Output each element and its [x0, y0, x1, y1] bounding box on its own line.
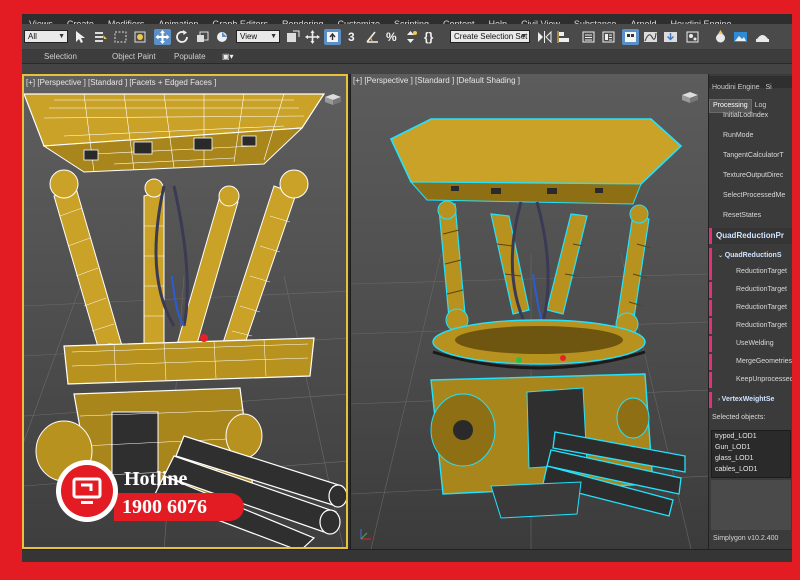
setting-keep-unprocessed[interactable]: KeepUnprocessed — [709, 372, 792, 388]
rotate-icon[interactable] — [174, 29, 191, 45]
viewport-right-label[interactable]: [+] [Perspective ] [Standard ] [Default … — [353, 76, 520, 86]
setting-run-mode[interactable]: RunMode — [709, 128, 792, 144]
select-object-icon[interactable] — [72, 29, 89, 45]
toggle-scene-explorer-icon[interactable] — [600, 29, 617, 45]
panel-subtabs: Processing Log — [709, 94, 792, 113]
align-icon[interactable] — [556, 29, 573, 45]
ribbon-tab-object-paint[interactable]: Object Paint — [112, 51, 156, 63]
hotline-number: 1900 6076 — [122, 496, 207, 518]
setting-initial-lod-index[interactable]: InitialLodIndex — [709, 108, 792, 124]
selected-objects-list[interactable]: trypod_LOD1 Gun_LOD1 glass_LOD1 cables_L… — [711, 430, 791, 478]
hotline-badge: 1900 6076 Hotline — [56, 460, 244, 522]
layer-explorer-icon[interactable] — [580, 29, 597, 45]
main-toolbar: All ▼ View ▼ 3 % {} Create Selection Set ▼ — [22, 24, 792, 50]
render-production-icon[interactable] — [754, 29, 771, 45]
expand-arrow-icon: ⌄ — [718, 253, 725, 259]
chevron-down-icon: ▼ — [270, 33, 277, 40]
setting-reduction-target-3[interactable]: ReductionTarget — [709, 300, 792, 316]
snaps-toggle-label[interactable]: 3 — [348, 31, 355, 43]
subsection-vertex-weight-label: VertexWeightSe — [721, 396, 775, 403]
viewcube-icon[interactable] — [679, 90, 701, 104]
panel-empty-area — [711, 480, 791, 530]
ribbon-toggle-icon[interactable] — [622, 29, 639, 45]
chevron-down-icon: ▼ — [58, 33, 65, 40]
hotline-logo — [56, 460, 118, 522]
edit-named-selection-label[interactable]: {} — [424, 31, 433, 43]
setting-reset-states[interactable]: ResetStates — [709, 208, 792, 224]
command-panel: Houdini Engine Si Processing Log InitialLo… — [708, 74, 792, 549]
rendered-frame-window-icon[interactable] — [732, 29, 749, 45]
place-icon[interactable] — [214, 29, 231, 45]
selection-filter-value: All — [28, 32, 37, 41]
viewcube-icon[interactable] — [322, 92, 344, 106]
tab-houdini-engine[interactable]: Houdini Engine — [709, 82, 762, 94]
pivot-center-icon[interactable] — [284, 29, 301, 45]
hotline-label: Hotline — [124, 468, 188, 490]
create-selection-set-value: Create Selection Set — [454, 32, 528, 41]
render-setup-icon[interactable] — [712, 29, 729, 45]
list-item[interactable]: Gun_LOD1 — [712, 442, 790, 453]
mirror-icon[interactable] — [536, 29, 553, 45]
subsection-vertex-weight-settings[interactable]: › VertexWeightSe — [709, 392, 792, 408]
ribbon-bar: Selection Object Paint Populate ▣▾ — [22, 50, 792, 64]
panel-tabs: Houdini Engine Si — [709, 76, 792, 91]
select-manipulate-icon[interactable] — [304, 29, 321, 45]
subsection-quad-reduction-settings[interactable]: ⌄ QuadReductionS — [709, 248, 792, 264]
viewport-left-label[interactable]: [+] [Perspective ] [Standard ] [Facets +… — [26, 78, 216, 88]
shaded-model-render — [351, 118, 708, 549]
section-quad-reduction-pipeline[interactable]: QuadReductionPr — [709, 228, 792, 244]
keyboard-shortcut-icon[interactable] — [324, 29, 341, 45]
rect-region-icon[interactable] — [112, 29, 129, 45]
scale-icon[interactable] — [194, 29, 211, 45]
setting-reduction-target-2[interactable]: ReductionTarget — [709, 282, 792, 298]
red-frame: Views Create Modifiers Animation Graph Edito… — [0, 0, 800, 580]
setting-reduction-target-4[interactable]: ReductionTarget — [709, 318, 792, 334]
setting-select-processed[interactable]: SelectProcessedMe — [709, 188, 792, 204]
material-editor-icon[interactable] — [684, 29, 701, 45]
monitor-logo-icon — [61, 465, 113, 517]
subsection-quad-reduction-label: QuadReductionS — [724, 252, 782, 259]
hotline-number-box: 1900 6076 — [114, 493, 244, 521]
simplygon-version: Simplygon v10.2.400 — [713, 535, 779, 542]
schematic-view-icon[interactable] — [662, 29, 679, 45]
ribbon-options-icon[interactable]: ▣▾ — [222, 51, 234, 63]
setting-texture-output-dir[interactable]: TextureOutputDirec — [709, 168, 792, 184]
move-icon[interactable] — [154, 29, 171, 45]
reference-coordinate-dropdown[interactable]: View ▼ — [236, 30, 280, 43]
angle-snap-icon[interactable] — [364, 29, 381, 45]
setting-tangent-calculator[interactable]: TangentCalculatorT — [709, 148, 792, 164]
selected-objects-label: Selected objects: — [712, 414, 766, 421]
window-crossing-icon[interactable] — [132, 29, 149, 45]
list-item[interactable]: trypod_LOD1 — [712, 431, 790, 442]
list-item[interactable]: glass_LOD1 — [712, 453, 790, 464]
ribbon-tab-populate[interactable]: Populate — [174, 51, 206, 63]
percent-snap-label[interactable]: % — [386, 31, 397, 43]
list-item[interactable]: cables_LOD1 — [712, 464, 790, 475]
chevron-down-icon: ▼ — [520, 33, 527, 40]
selection-filter-dropdown[interactable]: All ▼ — [24, 30, 68, 43]
menu-bar: Views Create Modifiers Animation Graph Edito… — [22, 14, 792, 24]
curve-editor-icon[interactable] — [642, 29, 659, 45]
select-by-name-icon[interactable] — [92, 29, 109, 45]
viewport-right-perspective[interactable]: [+] [Perspective ] [Standard ] [Default … — [350, 74, 708, 549]
setting-reduction-target-1[interactable]: ReductionTarget — [709, 264, 792, 280]
spinner-snap-icon[interactable] — [402, 29, 419, 45]
setting-use-welding[interactable]: UseWelding — [709, 336, 792, 352]
reference-coordinate-value: View — [240, 32, 258, 41]
create-selection-set-dropdown[interactable]: Create Selection Set ▼ — [450, 30, 530, 43]
status-bar — [22, 549, 792, 562]
ribbon-tab-selection[interactable]: Selection — [44, 51, 77, 63]
setting-merge-geometries[interactable]: MergeGeometries — [709, 354, 792, 370]
tab-simplygon[interactable]: Si — [762, 82, 774, 94]
